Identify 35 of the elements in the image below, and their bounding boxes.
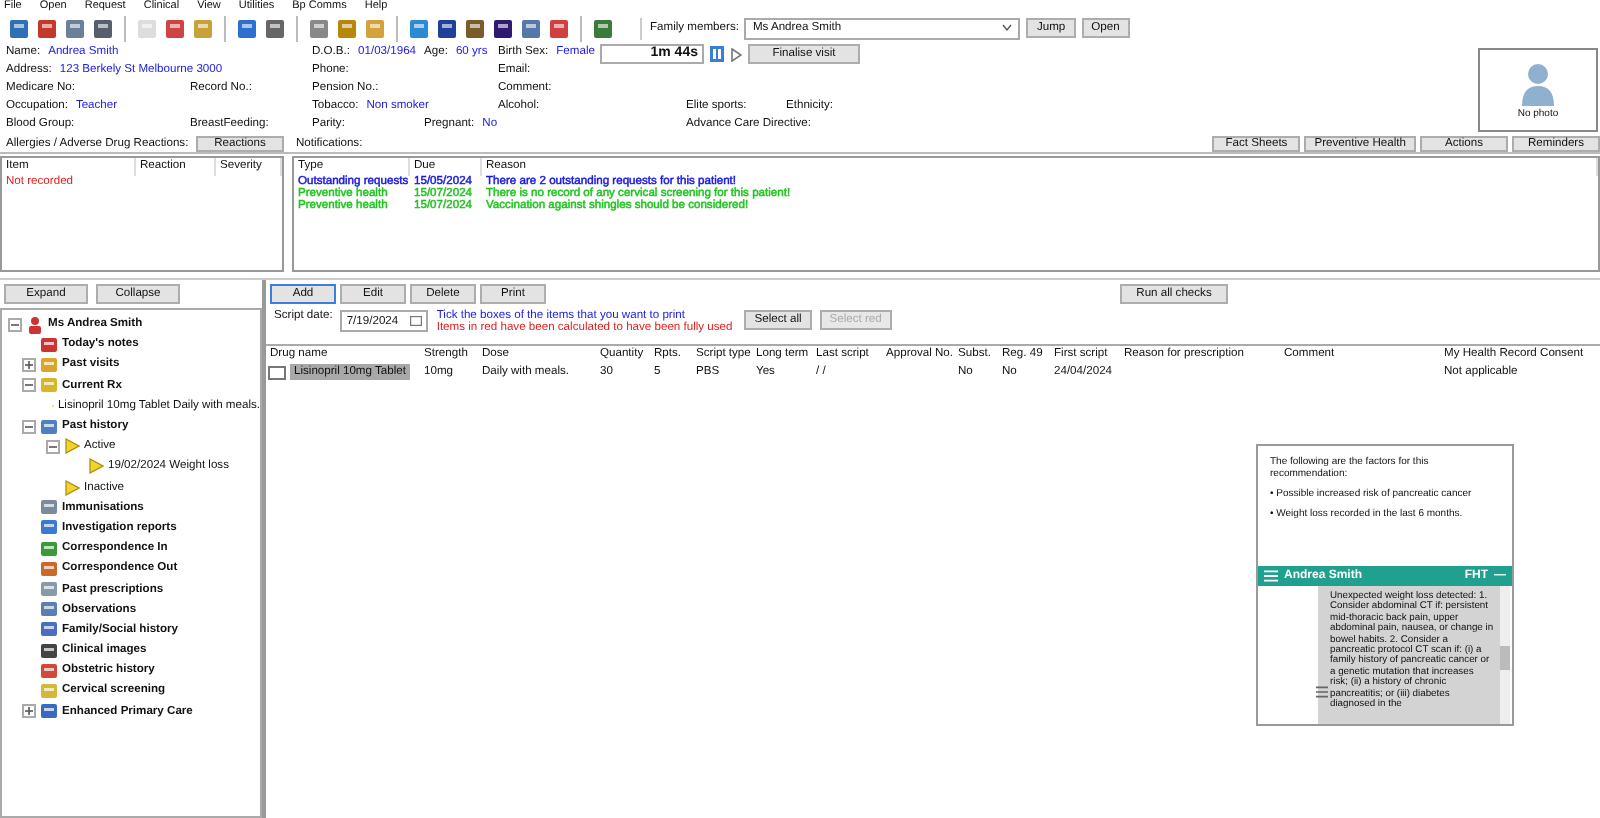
play-icon[interactable] [730, 47, 742, 61]
expander[interactable] [22, 419, 36, 434]
person-icon [26, 315, 44, 334]
section-icon [40, 641, 58, 660]
toolbar-icon[interactable] [492, 17, 514, 39]
toolbar-icon[interactable] [464, 17, 486, 39]
toolbar-icon[interactable] [436, 17, 458, 39]
section-icon [40, 539, 58, 558]
scrollbar[interactable] [1500, 586, 1510, 724]
section-icon [40, 417, 58, 436]
pause-icon[interactable] [710, 46, 724, 62]
checkbox[interactable] [268, 365, 286, 379]
section-icon [40, 600, 58, 619]
section-icon [40, 559, 58, 578]
section-icon [40, 355, 58, 374]
expander[interactable] [46, 439, 60, 454]
section-icon [40, 681, 58, 700]
section-icon [40, 518, 58, 537]
expander[interactable] [22, 357, 36, 372]
expander[interactable] [22, 704, 36, 719]
section-icon [40, 335, 58, 354]
section-icon [40, 580, 58, 599]
avatar-icon [1522, 61, 1554, 105]
list-icon [1316, 686, 1328, 698]
expander[interactable] [8, 317, 22, 332]
section-icon [40, 376, 58, 395]
section-icon [40, 620, 58, 639]
caret-icon [1002, 24, 1013, 32]
toolbar-icon[interactable] [92, 17, 114, 39]
section-icon [40, 498, 58, 517]
calendar-icon [410, 316, 423, 326]
section-icon [40, 661, 58, 680]
section-icon [40, 702, 58, 721]
menu-icon[interactable] [1264, 570, 1278, 582]
expander[interactable] [22, 378, 36, 393]
